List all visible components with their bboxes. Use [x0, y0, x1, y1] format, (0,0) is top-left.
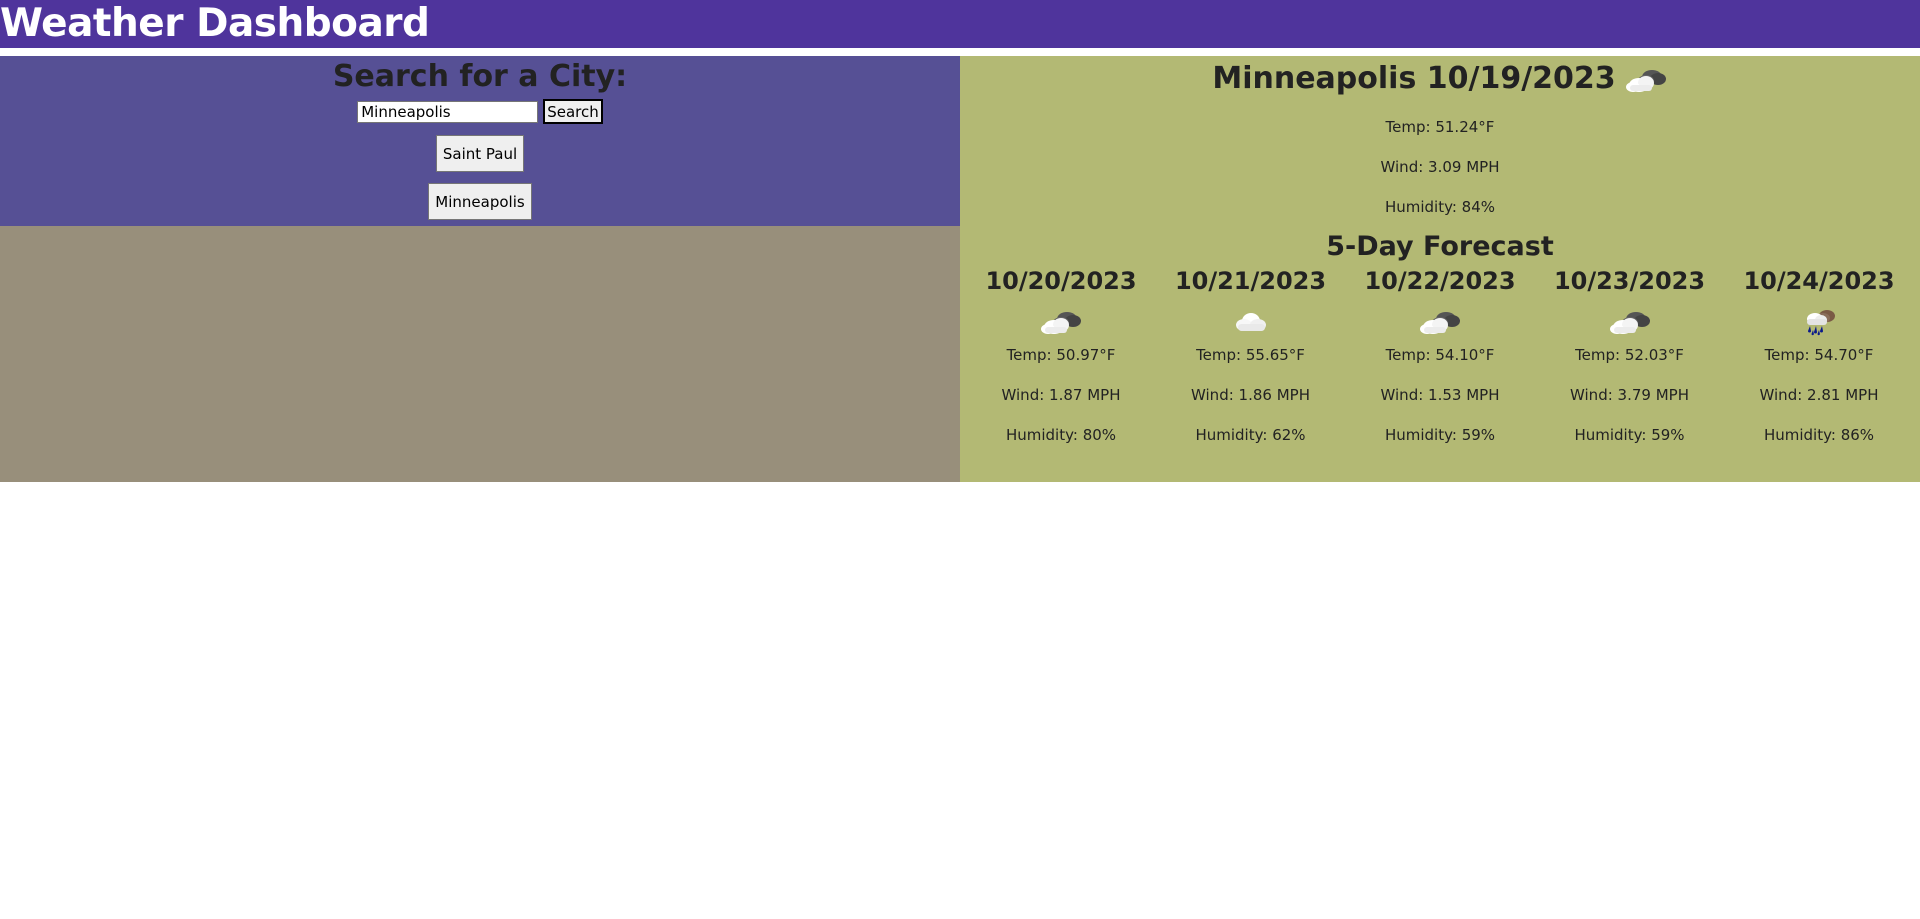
city-search-input[interactable] — [357, 100, 539, 123]
search-button[interactable]: Search — [543, 99, 603, 124]
forecast-wind: Wind: 2.81 MPH — [1759, 386, 1879, 404]
forecast-heading: 5-Day Forecast — [1326, 231, 1554, 262]
forecast-date: 10/22/2023 — [1364, 267, 1516, 295]
forecast-temp: Temp: 55.65°F — [1196, 346, 1305, 364]
header-gap — [0, 48, 1920, 56]
broken-clouds-icon — [1039, 306, 1083, 336]
rain-icon — [1797, 306, 1841, 336]
forecast-temp: Temp: 52.03°F — [1575, 346, 1684, 364]
current-city-date: Minneapolis 10/19/2023 — [1212, 61, 1616, 96]
forecast-date: 10/23/2023 — [1553, 267, 1706, 295]
broken-clouds-icon — [1418, 306, 1462, 336]
current-temp: Temp: 51.24°F — [1385, 118, 1495, 136]
forecast-temp: Temp: 50.97°F — [1006, 346, 1116, 364]
forecast-card: 10/24/2023 Temp: 54.70°F Wind: 2.81 MPH … — [1726, 265, 1913, 445]
app-title: Weather Dashboard — [0, 1, 430, 46]
history-button-minneapolis[interactable]: Minneapolis — [428, 183, 532, 220]
forecast-date: 10/24/2023 — [1743, 267, 1895, 295]
cloud-icon — [1229, 306, 1273, 336]
search-panel: Search for a City: Search Saint Paul Min… — [0, 56, 960, 226]
forecast-card: 10/22/2023 Temp: 54.10°F Wind: 1.53 MPH … — [1347, 265, 1534, 445]
forecast-humidity: Humidity: 59% — [1574, 426, 1685, 444]
search-heading: Search for a City: — [332, 59, 628, 94]
forecast-date: 10/21/2023 — [1174, 267, 1327, 295]
forecast-card: 10/23/2023 Temp: 52.03°F Wind: 3.79 MPH … — [1536, 265, 1723, 445]
current-wind: Wind: 3.09 MPH — [1380, 158, 1500, 176]
forecast-row: 10/20/2023 Temp: 50.97°F Wind: 1.87 MPH … — [968, 265, 1913, 445]
forecast-wind: Wind: 1.87 MPH — [1001, 386, 1121, 404]
current-humidity: Humidity: 84% — [1384, 198, 1496, 216]
forecast-humidity: Humidity: 59% — [1384, 426, 1496, 444]
left-column: Search for a City: Search Saint Paul Min… — [0, 56, 960, 482]
main-content: Search for a City: Search Saint Paul Min… — [0, 56, 1920, 482]
forecast-humidity: Humidity: 86% — [1763, 426, 1875, 444]
forecast-card: 10/20/2023 Temp: 50.97°F Wind: 1.87 MPH … — [968, 265, 1155, 445]
forecast-date: 10/20/2023 — [985, 267, 1137, 295]
forecast-wind: Wind: 3.79 MPH — [1570, 386, 1689, 404]
forecast-temp: Temp: 54.70°F — [1764, 346, 1874, 364]
current-stats: Temp: 51.24°F Wind: 3.09 MPH Humidity: 8… — [1381, 98, 1500, 217]
forecast-humidity: Humidity: 80% — [1005, 426, 1117, 444]
empty-panel — [0, 226, 960, 482]
app-header: Weather Dashboard — [0, 0, 1920, 48]
forecast-humidity: Humidity: 62% — [1195, 426, 1306, 444]
forecast-wind: Wind: 1.86 MPH — [1191, 386, 1310, 404]
broken-clouds-icon — [1608, 306, 1652, 336]
forecast-temp: Temp: 54.10°F — [1385, 346, 1495, 364]
current-weather-title: Minneapolis 10/19/2023 — [1212, 60, 1667, 98]
weather-panel: Minneapolis 10/19/2023 Temp: 51.24°F Win… — [960, 56, 1920, 482]
forecast-wind: Wind: 1.53 MPH — [1380, 386, 1500, 404]
forecast-card: 10/21/2023 Temp: 55.65°F Wind: 1.86 MPH … — [1157, 265, 1344, 445]
broken-clouds-icon — [1624, 64, 1668, 94]
search-row: Search — [357, 99, 603, 124]
history-button-saint-paul[interactable]: Saint Paul — [435, 135, 525, 172]
